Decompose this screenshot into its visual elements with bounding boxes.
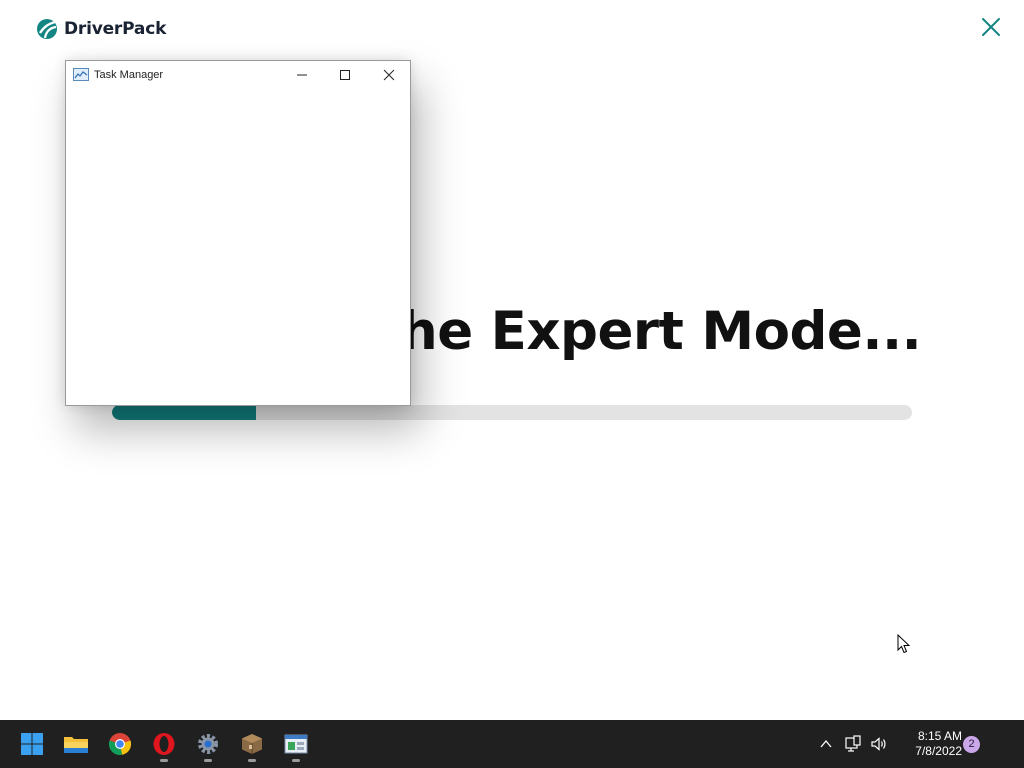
notification-badge[interactable]: 2 bbox=[963, 736, 980, 753]
show-hidden-icons-button[interactable] bbox=[816, 734, 836, 754]
taskbar-package-app[interactable] bbox=[232, 728, 272, 762]
close-icon bbox=[982, 18, 1000, 36]
running-indicator bbox=[160, 759, 168, 762]
folder-icon bbox=[64, 737, 88, 753]
task-manager-icon bbox=[284, 734, 308, 754]
volume-icon bbox=[871, 737, 886, 751]
taskbar-file-explorer[interactable] bbox=[56, 728, 96, 760]
mouse-cursor-icon bbox=[897, 634, 911, 654]
running-indicator bbox=[248, 759, 256, 762]
close-icon bbox=[383, 69, 395, 81]
taskbar-chrome[interactable] bbox=[100, 728, 140, 760]
driverpack-logo-icon bbox=[37, 19, 57, 39]
task-manager-icon bbox=[73, 68, 89, 81]
clock-date: 7/8/2022 bbox=[915, 744, 962, 758]
running-indicator bbox=[292, 759, 300, 762]
progress-bar bbox=[112, 405, 912, 420]
volume-tray-button[interactable] bbox=[869, 734, 889, 754]
gear-icon bbox=[198, 734, 218, 754]
network-icon bbox=[845, 735, 861, 752]
taskbar-task-manager[interactable] bbox=[276, 728, 316, 762]
brand-name: DriverPack bbox=[64, 19, 167, 39]
opera-icon bbox=[153, 733, 175, 755]
app-close-button[interactable] bbox=[979, 15, 1003, 39]
task-manager-titlebar[interactable]: Task Manager bbox=[66, 61, 410, 89]
close-button[interactable] bbox=[371, 64, 407, 86]
clock-time: 8:15 AM bbox=[917, 729, 962, 743]
driverpack-app: DriverPack he Expert Mode... Task Manage… bbox=[0, 0, 1024, 720]
maximize-icon bbox=[340, 70, 350, 80]
start-button[interactable] bbox=[12, 728, 52, 760]
chevron-up-icon bbox=[820, 739, 832, 748]
driverpack-logo: DriverPack bbox=[36, 17, 166, 41]
taskbar: 8:15 AM 7/8/2022 2 bbox=[0, 720, 1024, 768]
task-manager-window[interactable]: Task Manager bbox=[65, 60, 411, 406]
running-indicator bbox=[204, 759, 212, 762]
taskbar-clock[interactable]: 8:15 AM 7/8/2022 bbox=[896, 729, 962, 759]
windows-logo-icon bbox=[21, 733, 43, 755]
taskbar-opera[interactable] bbox=[144, 728, 184, 762]
taskbar-settings[interactable] bbox=[188, 728, 228, 762]
minimize-icon bbox=[297, 74, 307, 76]
minimize-button[interactable] bbox=[284, 64, 320, 86]
network-tray-button[interactable] bbox=[843, 734, 863, 754]
task-manager-title: Task Manager bbox=[94, 69, 164, 81]
maximize-button[interactable] bbox=[327, 64, 363, 86]
chrome-icon bbox=[108, 733, 132, 755]
progress-bar-fill bbox=[112, 405, 256, 420]
status-headline: he Expert Mode... bbox=[400, 301, 922, 362]
box-icon bbox=[242, 734, 262, 754]
